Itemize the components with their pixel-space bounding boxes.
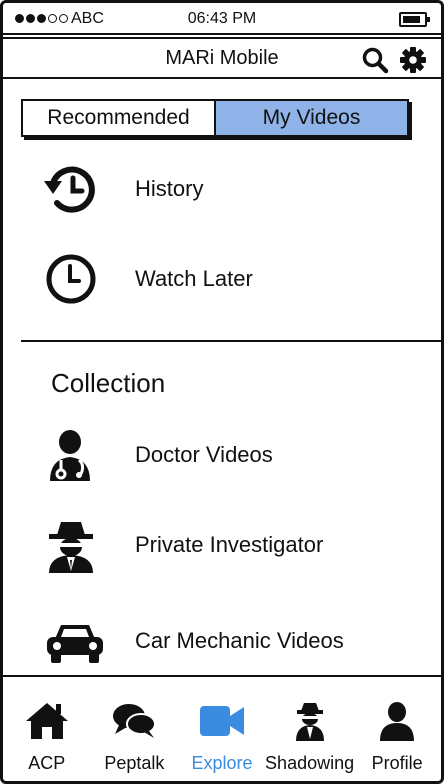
- list-item-label: Private Investigator: [135, 532, 324, 557]
- nav-item-label: Shadowing: [265, 753, 355, 773]
- clock-icon: [43, 251, 113, 307]
- detective-icon: [43, 517, 113, 573]
- nav-item-label: Peptalk: [104, 753, 165, 773]
- tab-my-videos[interactable]: My Videos: [214, 101, 407, 135]
- nav-item-label: Profile: [371, 753, 423, 773]
- status-time: 06:43 PM: [187, 10, 257, 27]
- list-item-doctor-videos[interactable]: Doctor Videos: [43, 427, 273, 483]
- doctor-icon: [43, 427, 113, 483]
- list-item-car-mechanic-videos[interactable]: Car Mechanic Videos: [43, 613, 344, 669]
- nav-item-peptalk[interactable]: Peptalk: [91, 701, 177, 781]
- list-item-label: History: [135, 176, 204, 201]
- list-item-label: Car Mechanic Videos: [135, 628, 344, 653]
- list-item-label: Watch Later: [135, 266, 253, 291]
- phone-frame: ABC 06:43 PM MARi Mobile Recommended My …: [0, 0, 444, 784]
- list-item-private-investigator[interactable]: Private Investigator: [43, 517, 323, 573]
- nav-item-profile[interactable]: Profile: [354, 701, 440, 781]
- bottom-nav: ACP Peptalk Explore Shadowing Profile: [3, 675, 441, 781]
- list-item-history[interactable]: History: [43, 161, 203, 217]
- nav-item-shadowing[interactable]: Shadowing: [265, 701, 355, 781]
- detective-icon: [287, 701, 333, 741]
- nav-item-label: ACP: [28, 753, 66, 773]
- gear-icon[interactable]: [399, 46, 427, 74]
- app-header: MARi Mobile: [3, 37, 441, 79]
- nav-item-acp[interactable]: ACP: [4, 701, 90, 781]
- chat-icon: [111, 701, 157, 741]
- nav-item-explore[interactable]: Explore: [179, 701, 265, 781]
- collection-title: Collection: [51, 368, 166, 398]
- app-title: MARi Mobile: [165, 46, 279, 69]
- car-icon: [43, 613, 113, 669]
- search-icon[interactable]: [361, 46, 389, 74]
- battery-icon: [399, 12, 430, 27]
- list-item-watch-later[interactable]: Watch Later: [43, 251, 253, 307]
- section-divider: [21, 340, 441, 342]
- video-camera-icon: [199, 701, 245, 741]
- history-icon: [43, 161, 113, 217]
- tab-recommended[interactable]: Recommended: [23, 101, 214, 135]
- status-bar: ABC 06:43 PM: [3, 3, 441, 35]
- nav-item-label: Explore: [191, 753, 253, 773]
- list-item-label: Doctor Videos: [135, 442, 273, 467]
- user-icon: [374, 701, 420, 741]
- home-icon: [24, 701, 70, 741]
- video-tabs: Recommended My Videos: [21, 99, 409, 137]
